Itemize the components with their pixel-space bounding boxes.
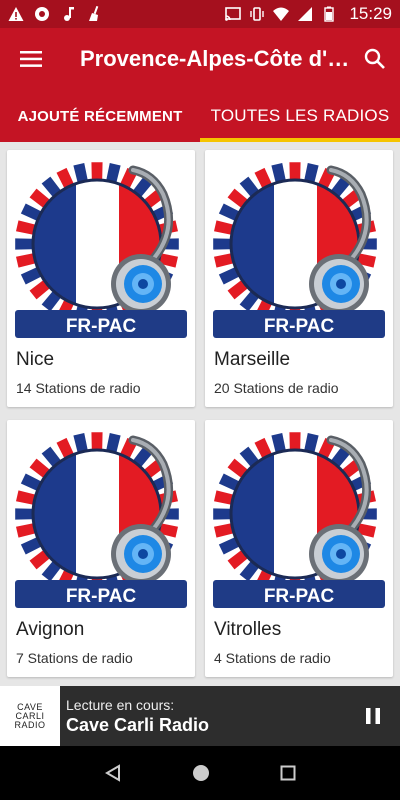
search-button[interactable] xyxy=(350,28,400,90)
city-name: Vitrolles xyxy=(214,619,282,640)
city-card[interactable]: FR-PAC Vitrolles 4 Stations de radio xyxy=(205,420,393,677)
system-nav-bar xyxy=(0,746,400,800)
wifi-icon xyxy=(273,7,290,21)
search-icon xyxy=(364,48,385,69)
recents-icon[interactable] xyxy=(280,765,296,781)
music-note-icon xyxy=(64,7,74,21)
pause-button[interactable] xyxy=(346,686,400,746)
now-playing-bar[interactable]: CAVE CARLI RADIO Lecture en cours: Cave … xyxy=(0,686,400,746)
station-logo: CAVE CARLI RADIO xyxy=(0,686,60,746)
battery-icon xyxy=(324,6,335,22)
radio-grid: FR-PAC Nice 14 Stations de radio FR-PAC … xyxy=(0,142,400,686)
station-count: 20 Stations de radio xyxy=(214,380,339,396)
aperture-icon xyxy=(35,7,49,21)
station-count: 4 Stations de radio xyxy=(214,650,331,666)
signal-icon xyxy=(298,7,313,21)
page-title: Provence-Alpes-Côte d'Azur xyxy=(80,46,350,71)
clock: 15:29 xyxy=(349,4,392,23)
app-bar: Provence-Alpes-Côte d'Azur xyxy=(0,28,400,90)
status-bar: 15:29 xyxy=(0,0,400,28)
warning-icon xyxy=(8,7,24,21)
svg-text:FR-PAC: FR-PAC xyxy=(264,586,335,607)
station-count: 14 Stations de radio xyxy=(16,380,141,396)
home-icon[interactable] xyxy=(191,763,211,783)
cast-icon xyxy=(225,7,242,21)
city-card[interactable]: FR-PAC Marseille 20 Stations de radio xyxy=(205,150,393,407)
pause-icon xyxy=(366,708,380,724)
menu-button[interactable] xyxy=(0,28,62,90)
radio-flag-headphones-image: FR-PAC xyxy=(213,162,385,338)
radio-flag-headphones-image: FR-PAC xyxy=(15,162,187,338)
city-name: Marseille xyxy=(214,349,291,370)
hamburger-menu-icon xyxy=(20,51,42,67)
tab-all-radios[interactable]: TOUTES LES RADIOS xyxy=(200,90,400,142)
now-playing-label: Lecture en cours: xyxy=(66,696,175,713)
svg-text:FR-PAC: FR-PAC xyxy=(66,316,137,337)
back-icon[interactable] xyxy=(104,764,122,782)
svg-text:FR-PAC: FR-PAC xyxy=(66,586,137,607)
city-name: Nice xyxy=(16,349,55,370)
radio-flag-headphones-image: FR-PAC xyxy=(213,432,385,608)
city-name: Avignon xyxy=(16,619,85,640)
station-count: 7 Stations de radio xyxy=(16,650,133,666)
radio-flag-headphones-image: FR-PAC xyxy=(15,432,187,608)
tab-recently-added[interactable]: AJOUTÉ RÉCEMMENT xyxy=(0,90,200,142)
vibrate-icon xyxy=(250,7,265,21)
city-card[interactable]: FR-PAC Nice 14 Stations de radio xyxy=(7,150,195,407)
svg-text:FR-PAC: FR-PAC xyxy=(264,316,335,337)
tab-bar: AJOUTÉ RÉCEMMENT TOUTES LES RADIOS xyxy=(0,90,400,142)
broom-icon xyxy=(89,6,99,21)
city-card[interactable]: FR-PAC Avignon 7 Stations de radio xyxy=(7,420,195,677)
now-playing-station: Cave Carli Radio xyxy=(66,714,210,735)
